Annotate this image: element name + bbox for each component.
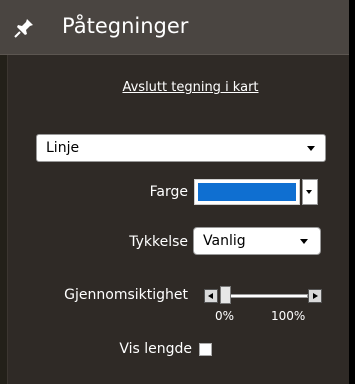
annotation-panel: Påtegninger Avslutt tegning i kart Linje… xyxy=(0,0,355,384)
shape-select-value: Linje xyxy=(46,140,80,156)
left-strip xyxy=(0,0,8,384)
transparency-label: Gjennomsiktighet xyxy=(64,287,188,303)
right-edge xyxy=(349,0,355,384)
slider-increase-button[interactable] xyxy=(308,289,322,303)
chevron-down-icon xyxy=(307,146,315,151)
end-drawing-link[interactable]: Avslutt tegning i kart xyxy=(0,80,349,95)
color-picker[interactable] xyxy=(194,179,300,205)
show-length-checkbox[interactable] xyxy=(199,343,212,356)
show-length-label: Vis lengde xyxy=(119,341,192,357)
arrow-left-icon xyxy=(208,293,213,299)
chevron-down-icon xyxy=(306,190,312,194)
slider-decrease-button[interactable] xyxy=(204,289,218,303)
chevron-down-icon xyxy=(300,239,308,244)
color-label: Farge xyxy=(149,184,188,200)
transparency-slider-track[interactable] xyxy=(222,294,308,298)
pin-icon xyxy=(12,16,36,40)
arrow-right-icon xyxy=(313,293,318,299)
slider-max-label: 100% xyxy=(271,309,306,323)
panel-title: Påtegninger xyxy=(62,14,189,38)
thickness-label: Tykkelse xyxy=(129,234,188,250)
thickness-select-value: Vanlig xyxy=(203,233,246,249)
panel-header: Påtegninger xyxy=(0,0,349,55)
end-drawing-link-label: Avslutt tegning i kart xyxy=(122,80,259,95)
slider-min-label: 0% xyxy=(215,309,235,323)
thickness-select[interactable]: Vanlig xyxy=(193,227,321,255)
transparency-slider-thumb[interactable] xyxy=(220,286,231,304)
shape-select[interactable]: Linje xyxy=(36,134,326,162)
color-swatch xyxy=(198,183,296,201)
color-dropdown-button[interactable] xyxy=(302,179,318,205)
